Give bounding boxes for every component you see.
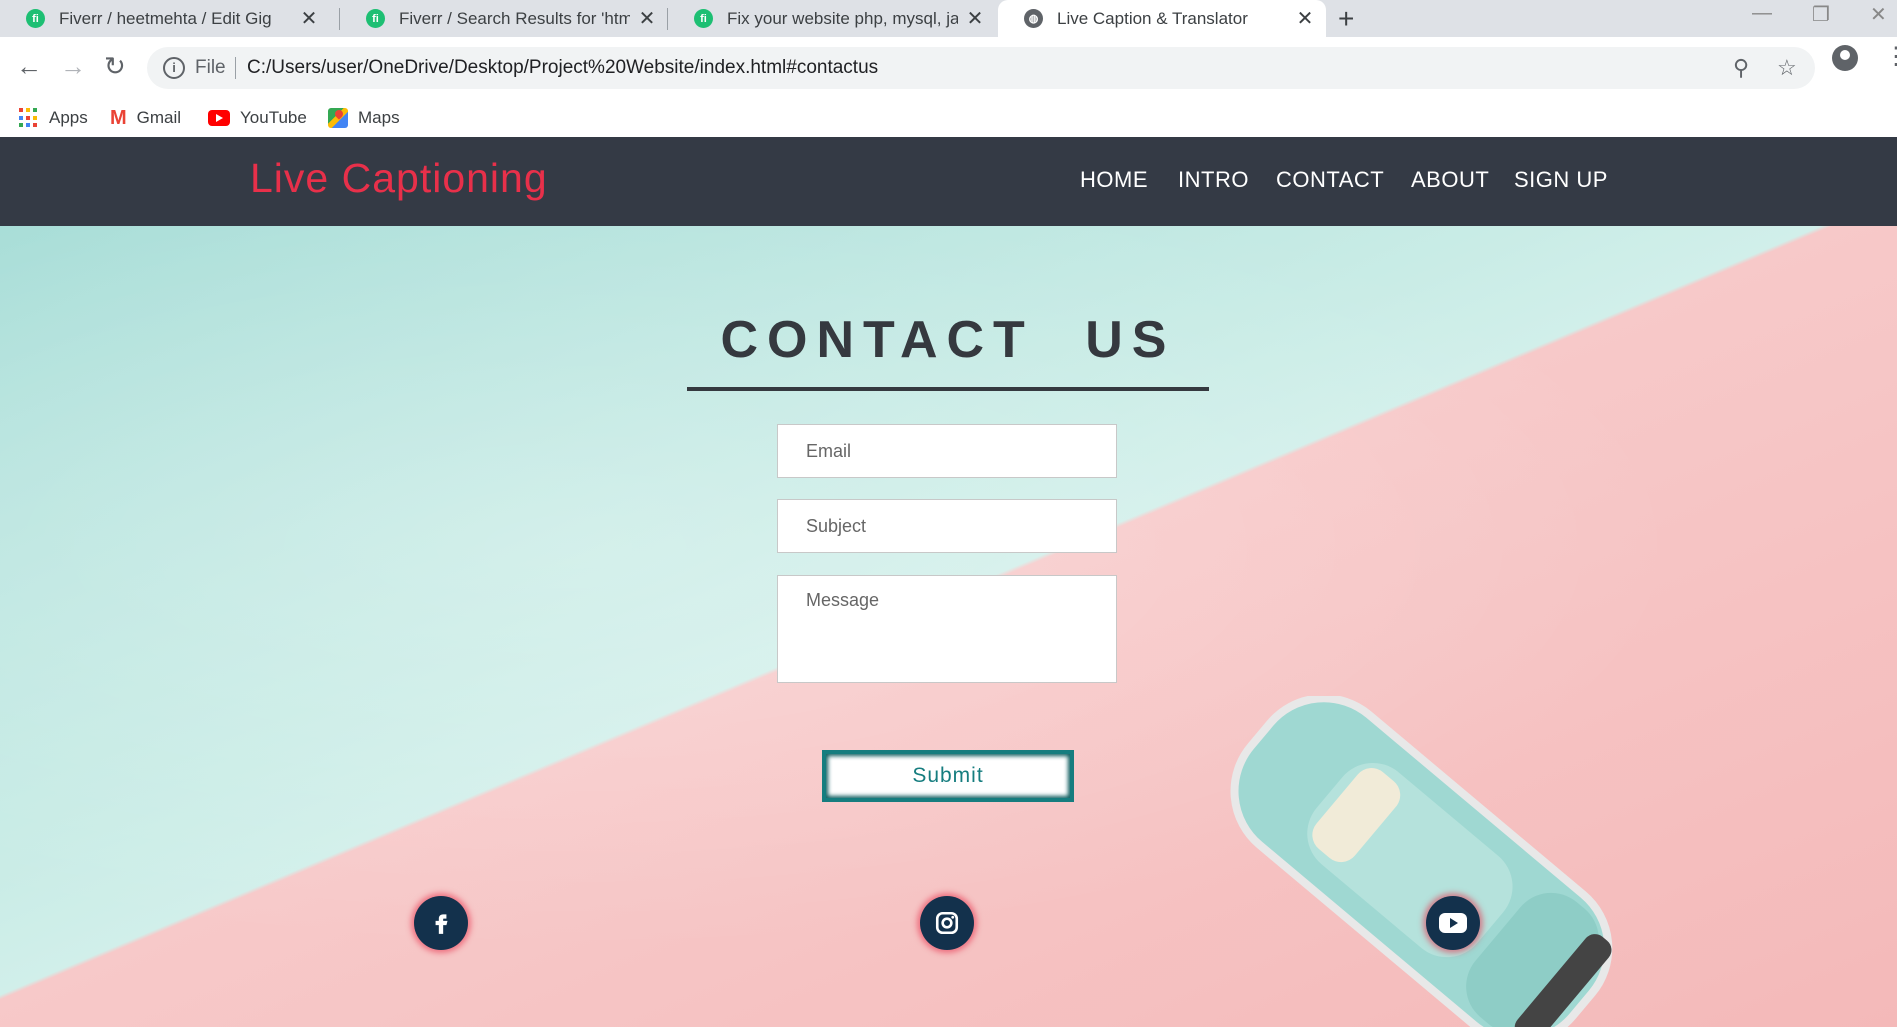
contact-title: CONTACT US xyxy=(720,311,1176,369)
bookmark-youtube[interactable]: YouTube xyxy=(208,99,307,137)
info-icon[interactable]: i xyxy=(163,57,185,79)
scheme-label: File xyxy=(195,57,226,78)
title-underline xyxy=(687,387,1209,391)
site-brand[interactable]: Live Captioning xyxy=(250,155,548,202)
menu-icon[interactable]: ⋮ xyxy=(1884,45,1897,69)
message-field[interactable] xyxy=(777,575,1117,683)
close-icon[interactable]: ✕ xyxy=(1296,6,1314,31)
tab-title: Fiverr / Search Results for 'html e xyxy=(399,8,630,28)
star-icon[interactable]: ☆ xyxy=(1777,55,1797,81)
close-icon[interactable]: ✕ xyxy=(966,6,984,31)
instagram-icon xyxy=(935,911,959,935)
profile-icon[interactable] xyxy=(1832,45,1858,71)
forward-arrow-icon[interactable]: → xyxy=(60,51,86,81)
nav-contact[interactable]: CONTACT xyxy=(1276,167,1384,193)
bookmark-label: Gmail xyxy=(136,108,182,127)
apps-grid-icon xyxy=(19,108,39,128)
nav-sign-up[interactable]: SIGN UP xyxy=(1514,167,1608,193)
tab-title: Live Caption & Translator xyxy=(1057,8,1248,28)
facebook-link[interactable] xyxy=(414,896,468,950)
maps-icon xyxy=(328,108,348,128)
bookmark-apps[interactable]: Apps xyxy=(19,99,88,137)
email-field[interactable] xyxy=(777,424,1117,478)
omnibox-separator xyxy=(235,57,236,79)
address-bar[interactable]: i File C:/Users/user/OneDrive/Desktop/Pr… xyxy=(147,47,1815,89)
fiverr-icon: fi xyxy=(694,9,713,28)
minimize-icon[interactable]: — xyxy=(1752,2,1772,25)
window-close-icon[interactable]: ✕ xyxy=(1870,2,1887,27)
nav-home[interactable]: HOME xyxy=(1080,167,1148,193)
new-tab-button[interactable]: + xyxy=(1338,3,1354,35)
fiverr-icon: fi xyxy=(26,9,45,28)
tab-title: Fix your website php, mysql, java xyxy=(727,8,958,28)
tab-title: Fiverr / heetmehta / Edit Gig xyxy=(59,8,272,28)
fiverr-icon: fi xyxy=(366,9,385,28)
zoom-icon[interactable]: ⚲ xyxy=(1733,55,1749,81)
tab-fiverr-search[interactable]: fi Fiverr / Search Results for 'html e ✕ xyxy=(340,0,668,37)
toy-car-image xyxy=(1230,696,1613,1027)
close-icon[interactable]: ✕ xyxy=(638,6,656,31)
bookmark-label: YouTube xyxy=(240,108,307,127)
reload-icon[interactable]: ↻ xyxy=(104,51,126,81)
close-icon[interactable]: ✕ xyxy=(300,6,318,31)
url-text[interactable]: C:/Users/user/OneDrive/Desktop/Project%2… xyxy=(247,57,878,79)
bookmark-maps[interactable]: Maps xyxy=(328,99,400,137)
tab-fix-website[interactable]: fi Fix your website php, mysql, java ✕ xyxy=(668,0,996,37)
browser-chrome: fi Fiverr / heetmehta / Edit Gig ✕ fi Fi… xyxy=(0,0,1897,137)
bookmark-label: Apps xyxy=(49,108,88,127)
browser-toolbar: ← → ↻ i File C:/Users/user/OneDrive/Desk… xyxy=(0,37,1897,99)
gmail-icon: M xyxy=(110,106,127,129)
submit-button[interactable]: Submit xyxy=(822,750,1074,802)
bookmark-gmail[interactable]: M Gmail xyxy=(110,99,181,137)
restore-icon[interactable]: ❐ xyxy=(1812,2,1830,27)
nav-intro[interactable]: INTRO xyxy=(1178,167,1249,193)
site-navbar: Live Captioning HOME INTRO CONTACT ABOUT… xyxy=(0,137,1897,226)
youtube-icon xyxy=(1439,913,1467,933)
tab-live-caption[interactable]: ◍ Live Caption & Translator ✕ xyxy=(998,0,1326,37)
subject-field[interactable] xyxy=(777,499,1117,553)
globe-icon: ◍ xyxy=(1024,9,1043,28)
facebook-icon xyxy=(435,914,448,934)
page-content: Live Captioning HOME INTRO CONTACT ABOUT… xyxy=(0,137,1897,1027)
bookmarks-bar: Apps M Gmail YouTube Maps xyxy=(0,99,1897,137)
youtube-link[interactable] xyxy=(1426,896,1480,950)
tab-fiverr-edit-gig[interactable]: fi Fiverr / heetmehta / Edit Gig ✕ xyxy=(0,0,330,37)
bookmark-label: Maps xyxy=(358,108,400,127)
instagram-link[interactable] xyxy=(920,896,974,950)
back-arrow-icon[interactable]: ← xyxy=(16,51,42,81)
contact-section: CONTACT US Submit xyxy=(0,226,1897,1027)
youtube-icon xyxy=(208,110,230,126)
tab-strip: fi Fiverr / heetmehta / Edit Gig ✕ fi Fi… xyxy=(0,0,1897,37)
nav-about[interactable]: ABOUT xyxy=(1411,167,1489,193)
